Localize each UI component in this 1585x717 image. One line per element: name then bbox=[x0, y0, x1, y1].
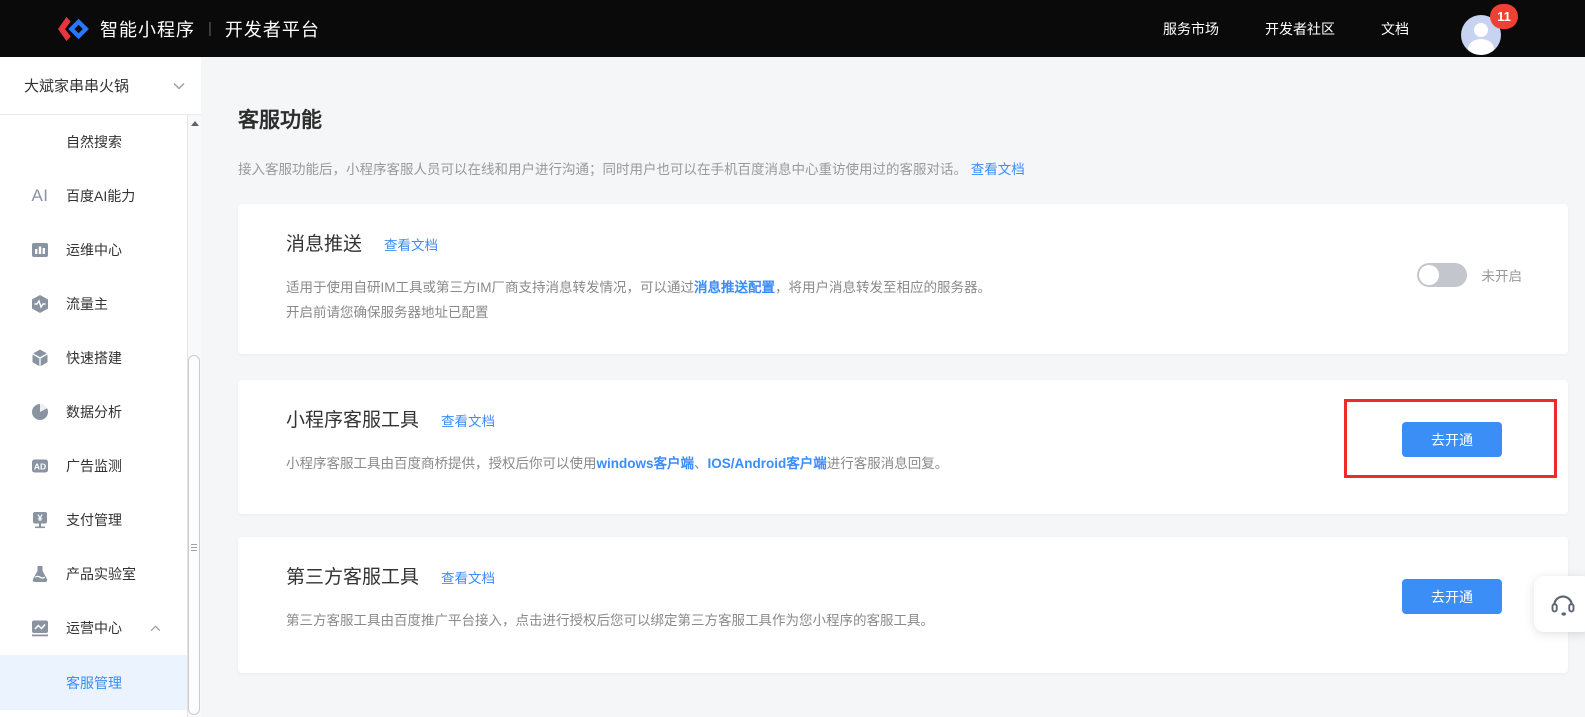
sidebar-menu: 自然搜索 AI 百度AI能力 运维中心 流量主 快速搭建 数据分析 AD 广告监… bbox=[0, 115, 187, 710]
doc-link[interactable]: 查看文档 bbox=[441, 567, 495, 587]
sidebar-item-payment[interactable]: ¥ 支付管理 bbox=[0, 493, 187, 547]
scrollbar-arrow-up-icon[interactable] bbox=[190, 121, 199, 126]
scrollbar-grip bbox=[191, 544, 197, 553]
sidebar-item-product-lab[interactable]: 产品实验室 bbox=[0, 547, 187, 601]
nav-service-market[interactable]: 服务市场 bbox=[1163, 19, 1219, 39]
card-description-line2: 开启前请您确保服务器地址已配置 bbox=[286, 305, 489, 320]
doc-link[interactable]: 查看文档 bbox=[384, 234, 438, 254]
logo-subtitle: 开发者平台 bbox=[224, 19, 320, 40]
yuan-sign-icon: ¥ bbox=[30, 510, 50, 530]
sidebar-item-baidu-ai[interactable]: AI 百度AI能力 bbox=[0, 169, 187, 223]
activate-button[interactable]: 去开通 bbox=[1402, 579, 1502, 614]
sidebar-item-natural-search[interactable]: 自然搜索 bbox=[0, 115, 187, 169]
sidebar: 大斌家串串火锅 自然搜索 AI 百度AI能力 运维中心 流量主 快速搭建 数据分… bbox=[0, 57, 201, 717]
card-title: 消息推送 bbox=[286, 234, 363, 255]
headset-icon bbox=[1551, 595, 1575, 616]
app-selector[interactable]: 大斌家串串火锅 bbox=[0, 57, 201, 115]
card-message-push: 消息推送 查看文档 适用于使用自研IM工具或第三方IM厂商支持消息转发情况，可以… bbox=[238, 204, 1568, 354]
sidebar-item-traffic-owner[interactable]: 流量主 bbox=[0, 277, 187, 331]
sidebar-item-ad-monitor[interactable]: AD 广告监测 bbox=[0, 439, 187, 493]
chevron-up-icon bbox=[150, 624, 161, 631]
card-description: 第三方客服工具由百度推广平台接入，点击进行授权后您可以绑定第三方客服工具作为您小… bbox=[286, 613, 934, 628]
svg-text:AD: AD bbox=[34, 462, 46, 472]
top-header: 智能小程序 | 开发者平台 服务市场 开发者社区 文档 11 bbox=[0, 0, 1585, 57]
ios-android-client-link[interactable]: IOS/Android客户端 bbox=[708, 456, 827, 471]
card-description: 适用于使用自研IM工具或第三方IM厂商支持消息转发情况，可以通过消息推送配置，将… bbox=[286, 280, 991, 320]
card-thirdparty-cs-tool: 第三方客服工具 查看文档 第三方客服工具由百度推广平台接入，点击进行授权后您可以… bbox=[238, 537, 1568, 673]
pie-chart-icon bbox=[30, 402, 50, 422]
logo[interactable]: 智能小程序 | 开发者平台 bbox=[56, 15, 320, 43]
header-nav: 服务市场 开发者社区 文档 11 bbox=[1117, 3, 1518, 55]
main-content: 客服功能 接入客服功能后，小程序客服人员可以在线和用户进行沟通；同时用户也可以在… bbox=[201, 57, 1585, 717]
flask-icon bbox=[30, 564, 50, 584]
nav-docs[interactable]: 文档 bbox=[1381, 19, 1409, 39]
intro-doc-link[interactable]: 查看文档 bbox=[971, 162, 1025, 177]
activate-button[interactable]: 去开通 bbox=[1402, 422, 1502, 457]
logo-divider: | bbox=[208, 20, 212, 37]
app-name: 大斌家串串火锅 bbox=[24, 78, 130, 95]
chevron-down-icon bbox=[173, 82, 185, 90]
sidebar-item-quick-build[interactable]: 快速搭建 bbox=[0, 331, 187, 385]
card-miniprogram-cs-tool: 小程序客服工具 查看文档 小程序客服工具由百度商桥提供，授权后你可以使用wind… bbox=[238, 380, 1568, 514]
doc-link[interactable]: 查看文档 bbox=[441, 410, 495, 430]
sidebar-item-operation-center[interactable]: 运营中心 bbox=[0, 601, 187, 655]
message-push-toggle[interactable] bbox=[1416, 263, 1467, 287]
cube-icon bbox=[30, 348, 50, 368]
hexagon-pulse-icon bbox=[30, 294, 50, 314]
ai-icon: AI bbox=[31, 186, 49, 205]
page-intro: 接入客服功能后，小程序客服人员可以在线和用户进行沟通；同时用户也可以在手机百度消… bbox=[238, 161, 1568, 179]
card-title: 小程序客服工具 bbox=[286, 410, 420, 431]
sidebar-item-ops-center[interactable]: 运维中心 bbox=[0, 223, 187, 277]
bar-chart-icon bbox=[30, 240, 50, 260]
logo-title: 智能小程序 bbox=[100, 19, 195, 40]
notification-badge: 11 bbox=[1490, 3, 1518, 29]
trend-chart-icon bbox=[30, 618, 50, 638]
svg-text:¥: ¥ bbox=[37, 513, 43, 524]
ad-badge-icon: AD bbox=[30, 456, 50, 476]
intro-text: 接入客服功能后，小程序客服人员可以在线和用户进行沟通；同时用户也可以在手机百度消… bbox=[238, 162, 967, 177]
scrollbar-thumb[interactable] bbox=[188, 355, 200, 715]
sidebar-scrollbar[interactable] bbox=[187, 115, 201, 717]
user-avatar[interactable]: 11 bbox=[1461, 3, 1518, 55]
toggle-knob bbox=[1418, 265, 1439, 285]
windows-client-link[interactable]: windows客户端 bbox=[597, 456, 695, 471]
toggle-status-label: 未开启 bbox=[1481, 269, 1523, 284]
sidebar-item-data-analysis[interactable]: 数据分析 bbox=[0, 385, 187, 439]
page-title: 客服功能 bbox=[238, 109, 322, 132]
support-float-button[interactable] bbox=[1534, 576, 1585, 632]
message-push-config-link[interactable]: 消息推送配置 bbox=[694, 280, 775, 295]
nav-developer-community[interactable]: 开发者社区 bbox=[1265, 19, 1335, 39]
sidebar-subitem-customer-service[interactable]: 客服管理 bbox=[0, 655, 187, 710]
card-description: 小程序客服工具由百度商桥提供，授权后你可以使用windows客户端、IOS/An… bbox=[286, 456, 949, 471]
card-title: 第三方客服工具 bbox=[286, 567, 420, 588]
smart-program-logo-icon bbox=[58, 16, 89, 41]
